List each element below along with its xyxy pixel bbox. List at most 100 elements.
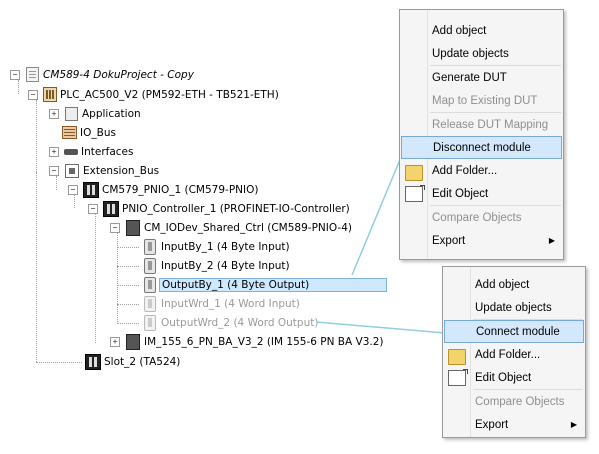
folder-icon <box>448 349 466 365</box>
menu-item-label: Edit Object <box>432 187 489 200</box>
menu-item-label: Add Folder... <box>475 348 541 361</box>
tree-item-output1[interactable]: OutputBy_1 (4 Byte Output) <box>141 275 387 294</box>
tree-item-application[interactable]: + Application <box>49 104 143 123</box>
tree-line <box>36 100 37 172</box>
tree-item-im155[interactable]: + IM_155_6_PN_BA_V3_2 (IM 155-6 PN BA V3… <box>110 332 386 351</box>
application-icon <box>65 106 78 121</box>
menu-item-add-object[interactable]: Add object <box>443 273 585 296</box>
menu-item-edit-object[interactable]: Edit Object <box>400 182 563 205</box>
tree-item-pnio-controller[interactable]: − PNIO_Controller_1 (PROFINET-IO-Control… <box>88 199 352 218</box>
menu-item-add-folder[interactable]: Add Folder... <box>443 343 585 366</box>
menu-item-compare-objects[interactable]: Compare Objects <box>443 390 585 413</box>
collapse-toggle[interactable]: − <box>10 69 20 80</box>
tree-item-label: InputBy_1 (4 Byte Input) <box>161 240 290 253</box>
menu-item-label: Generate DUT <box>432 71 507 84</box>
menu-item-generate-dut[interactable]: Generate DUT <box>400 66 563 89</box>
tree-item-extension-bus[interactable]: − Extension_Bus <box>49 161 161 180</box>
tree-line <box>36 172 37 362</box>
menu-item-release-dut-mapping[interactable]: Release DUT Mapping <box>400 113 563 136</box>
submenu-arrow-icon: ▶ <box>548 236 555 245</box>
submenu-arrow-icon: ▶ <box>570 420 577 429</box>
menu-item-update-objects[interactable]: Update objects <box>443 296 585 319</box>
tree-item-plc[interactable]: − PLC_AC500_V2 (PM592-ETH - TB521-ETH) <box>28 85 281 104</box>
folder-icon <box>405 165 423 181</box>
io-module-icon <box>144 257 156 274</box>
menu-item-label: Update objects <box>432 47 509 60</box>
menu-item-label: Map to Existing DUT <box>432 94 538 107</box>
menu-item-label: Compare Objects <box>432 211 522 224</box>
controller-icon <box>103 200 119 217</box>
collapse-toggle[interactable]: − <box>28 89 38 100</box>
tree-item-interfaces[interactable]: + Interfaces <box>49 142 135 161</box>
tree-item-outputwrd2[interactable]: OutputWrd_2 (4 Word Output) <box>141 313 320 332</box>
menu-item-edit-object[interactable]: Edit Object <box>443 366 585 389</box>
tree-item-inputwrd1[interactable]: InputWrd_1 (4 Word Input) <box>141 294 302 313</box>
tree-line <box>117 323 139 324</box>
menu-item-label: Edit Object <box>475 371 532 384</box>
tree-item-label: InputBy_2 (4 Byte Input) <box>161 259 290 272</box>
tree-line <box>117 247 139 248</box>
collapse-toggle[interactable]: − <box>49 165 59 176</box>
device-icon <box>126 219 140 236</box>
io-module-icon <box>144 314 156 331</box>
slot-icon <box>85 353 101 370</box>
tree-item-label: Slot_2 (TA524) <box>104 355 181 368</box>
tree-item-input2[interactable]: InputBy_2 (4 Byte Input) <box>141 256 292 275</box>
tree-item-label: CM589-4 DokuProject - Copy <box>43 68 194 81</box>
menu-item-compare-objects[interactable]: Compare Objects <box>400 206 563 229</box>
menu-item-label: Export <box>432 234 466 247</box>
tree-item-label: Application <box>82 107 141 120</box>
collapse-toggle[interactable]: − <box>110 222 120 233</box>
context-menu-top: Add object Update objects Generate DUT M… <box>399 9 564 260</box>
tree-item-label: PLC_AC500_V2 (PM592-ETH - TB521-ETH) <box>60 88 279 101</box>
menu-item-disconnect-module[interactable]: Disconnect module <box>401 136 562 159</box>
tree-item-label: CM_IODev_Shared_Ctrl (CM589-PNIO-4) <box>144 221 352 234</box>
tree-item-label: OutputWrd_2 (4 Word Output) <box>161 316 319 329</box>
tree-item-cm-iodev[interactable]: − CM_IODev_Shared_Ctrl (CM589-PNIO-4) <box>110 218 354 237</box>
menu-item-add-object[interactable]: Add object <box>400 19 563 42</box>
menu-item-label: Add object <box>432 24 487 37</box>
tree-item-label: Interfaces <box>81 145 134 158</box>
io-module-icon <box>144 295 156 312</box>
expand-toggle[interactable]: + <box>49 146 59 157</box>
menu-item-label: Disconnect module <box>433 141 531 154</box>
menu-item-label: Compare Objects <box>475 395 565 408</box>
tree-item-label-selected: OutputBy_1 (4 Byte Output) <box>159 277 387 292</box>
collapse-toggle[interactable]: − <box>68 184 78 195</box>
project-icon <box>26 67 39 82</box>
menu-item-label: Add object <box>475 278 530 291</box>
tree-item-label: IM_155_6_PN_BA_V3_2 (IM 155-6 PN BA V3.2… <box>144 335 384 348</box>
collapse-toggle[interactable]: − <box>88 203 98 214</box>
tree-item-slot2[interactable]: Slot_2 (TA524) <box>84 352 182 371</box>
expand-toggle[interactable]: + <box>110 336 120 347</box>
tree-item-project[interactable]: − CM589-4 DokuProject - Copy <box>10 65 196 84</box>
edit-object-icon <box>448 369 468 386</box>
tree-line <box>95 213 96 343</box>
menu-item-update-objects[interactable]: Update objects <box>400 42 563 65</box>
tree-item-label: IO_Bus <box>80 126 116 139</box>
menu-item-export[interactable]: Export ▶ <box>443 413 585 436</box>
tree-item-input1[interactable]: InputBy_1 (4 Byte Input) <box>141 237 292 256</box>
menu-item-label: Connect module <box>476 325 560 338</box>
tree-line <box>36 362 82 363</box>
io-module-icon <box>144 238 156 255</box>
io-bus-icon <box>62 126 77 139</box>
context-menu-bottom: Add object Update objects Connect module… <box>442 266 586 438</box>
menu-item-export[interactable]: Export ▶ <box>400 229 563 252</box>
tree-item-label: Extension_Bus <box>83 164 160 177</box>
menu-item-label: Add Folder... <box>432 164 498 177</box>
tree-item-cm579[interactable]: − CM579_PNIO_1 (CM579-PNIO) <box>68 180 260 199</box>
menu-item-add-folder[interactable]: Add Folder... <box>400 159 563 182</box>
tree-line <box>117 285 139 286</box>
extension-bus-icon <box>65 163 79 178</box>
tree-item-label: CM579_PNIO_1 (CM579-PNIO) <box>102 183 259 196</box>
menu-item-label: Update objects <box>475 301 552 314</box>
expand-toggle[interactable]: + <box>49 108 59 119</box>
menu-item-connect-module[interactable]: Connect module <box>444 320 584 343</box>
tree-item-label: InputWrd_1 (4 Word Input) <box>161 297 300 310</box>
plc-icon <box>43 87 57 102</box>
tree-line <box>117 304 139 305</box>
tree-item-io-bus[interactable]: IO_Bus <box>61 123 118 142</box>
tree-item-label: PNIO_Controller_1 (PROFINET-IO-Controlle… <box>122 202 350 215</box>
menu-item-map-to-existing-dut[interactable]: Map to Existing DUT <box>400 89 563 112</box>
